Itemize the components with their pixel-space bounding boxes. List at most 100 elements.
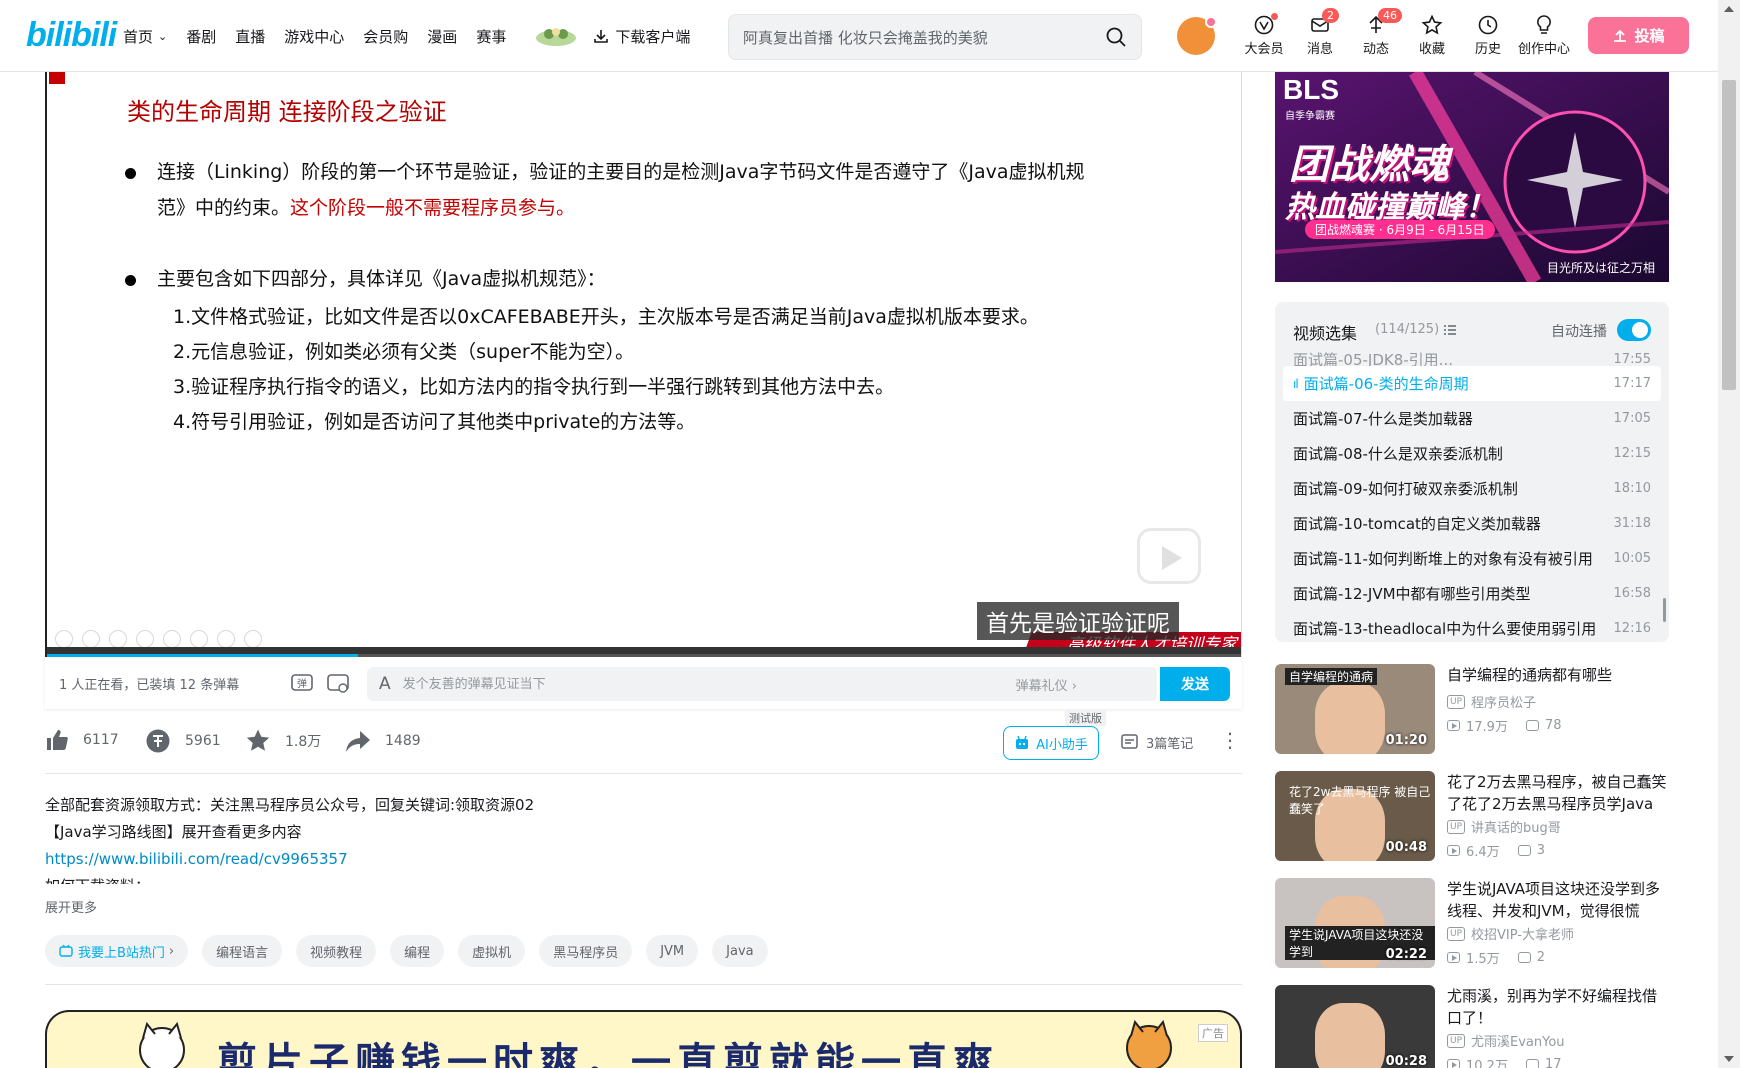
play-count-icon bbox=[1447, 1059, 1460, 1068]
share-button[interactable]: 1489 bbox=[345, 728, 421, 754]
playlist-item[interactable]: 面试篇-12-JVM中都有哪些引用类型 16:58 bbox=[1283, 576, 1661, 611]
mascot-icon[interactable] bbox=[533, 24, 579, 48]
uploader[interactable]: UP 尤雨溪EvanYou bbox=[1447, 1031, 1565, 1050]
download-client-link[interactable]: 下载客户端 bbox=[593, 26, 690, 47]
more-options-icon[interactable]: ⋮ bbox=[1220, 730, 1240, 750]
playlist-item[interactable]: 面试篇-08-什么是双亲委派机制 12:15 bbox=[1283, 436, 1661, 471]
header-favorites[interactable]: 收藏 bbox=[1404, 0, 1460, 72]
playlist-item[interactable]: 面试篇-05-JDK8-引用... 17:55 bbox=[1283, 352, 1661, 366]
nav-live[interactable]: 直播 bbox=[235, 26, 265, 47]
scroll-down-arrow-icon[interactable] bbox=[1724, 1056, 1734, 1062]
tag-item[interactable]: JVM bbox=[646, 935, 699, 967]
bottom-ad-banner[interactable]: 剪片子赚钱一时爽，一直剪就能一直爽 广告 bbox=[45, 1010, 1242, 1068]
danmaku-toggle-icon[interactable]: 弹 bbox=[289, 670, 315, 696]
danmaku-etiquette-link[interactable]: 弹幕礼仪 › bbox=[1016, 675, 1077, 694]
bilibili-tv-play-icon[interactable] bbox=[1137, 528, 1201, 584]
tag-item[interactable]: Java bbox=[712, 935, 768, 967]
notes-icon bbox=[1121, 734, 1138, 749]
nav-manga[interactable]: 漫画 bbox=[427, 26, 457, 47]
playlist-item-active[interactable]: ıl 面试篇-06-类的生命周期 17:17 bbox=[1283, 366, 1661, 401]
favorite-button[interactable]: 1.8万 bbox=[245, 728, 321, 754]
video-title[interactable]: 学生说JAVA项目这块还没学到多线程、并发和JVM，觉得很慌 bbox=[1447, 878, 1669, 922]
tag-item[interactable]: 黑马程序员 bbox=[539, 935, 633, 967]
nav-anime[interactable]: 番剧 bbox=[186, 26, 216, 47]
control-icon[interactable] bbox=[136, 630, 154, 648]
uploader[interactable]: UP 讲真话的bug哥 bbox=[1447, 817, 1561, 836]
desc-link[interactable]: https://www.bilibili.com/read/cv9965357 bbox=[45, 850, 348, 868]
video-thumbnail[interactable]: 自学编程的通病 01:20 bbox=[1275, 664, 1435, 754]
user-avatar[interactable] bbox=[1177, 16, 1217, 55]
player-control-icons bbox=[55, 630, 271, 648]
video-player[interactable]: 类的生命周期 连接阶段之验证 连接（Linking）阶段的第一个环节是验证，验证… bbox=[45, 72, 1242, 657]
danmaku-settings-icon[interactable] bbox=[325, 670, 351, 696]
danmaku-input[interactable] bbox=[402, 676, 1003, 692]
recommended-video[interactable]: 00:28 尤雨溪，别再为学不好编程找借口了！ UP 尤雨溪EvanYou 10.… bbox=[1275, 985, 1669, 1068]
history-label: 历史 bbox=[1474, 42, 1501, 57]
ad-brand-sub: 自季争霸赛 bbox=[1285, 111, 1335, 122]
scroll-up-arrow-icon[interactable] bbox=[1724, 6, 1734, 12]
bullet-1-text-a: 连接（Linking）阶段的第一个环节是验证，验证的主要目的是检测Java字节码… bbox=[157, 161, 1085, 183]
nav-home[interactable]: 首页 ⌄ bbox=[123, 26, 167, 47]
control-icon[interactable] bbox=[244, 630, 262, 648]
video-thumbnail[interactable]: 学生说JAVA项目这块还没学到 02:22 bbox=[1275, 878, 1435, 968]
playlist-scrollbar[interactable] bbox=[1663, 598, 1666, 622]
playlist-item[interactable]: 面试篇-11-如何判断堆上的对象有没有被引用 10:05 bbox=[1283, 541, 1661, 576]
play-count-icon bbox=[1447, 952, 1460, 963]
control-icon[interactable] bbox=[217, 630, 235, 648]
control-icon[interactable] bbox=[82, 630, 100, 648]
playlist-item[interactable]: 面试篇-13-theadlocal中为什么要使用弱引用 12:16 bbox=[1283, 611, 1661, 642]
video-thumbnail[interactable]: 00:28 bbox=[1275, 985, 1435, 1068]
danmaku-info: 1 人正在看，已装填 12 条弹幕 bbox=[59, 677, 240, 693]
send-danmaku-button[interactable]: 发送 bbox=[1160, 667, 1230, 701]
playlist-item[interactable]: 面试篇-07-什么是类加载器 17:05 bbox=[1283, 401, 1661, 436]
ai-assistant-button[interactable]: AI小助手 bbox=[1003, 726, 1099, 760]
nav-game-center[interactable]: 游戏中心 bbox=[284, 26, 344, 47]
progress-bar[interactable] bbox=[47, 647, 1241, 657]
search-input[interactable] bbox=[743, 27, 1083, 49]
cat-icon bbox=[139, 1021, 185, 1068]
search-icon[interactable] bbox=[1105, 26, 1127, 48]
bilibili-logo[interactable]: bilibili bbox=[26, 16, 117, 55]
header-messages[interactable]: 2 消息 bbox=[1292, 0, 1348, 72]
autoplay-toggle[interactable] bbox=[1617, 319, 1651, 341]
uploader[interactable]: UP 程序员松子 bbox=[1447, 692, 1536, 711]
tag-item[interactable]: 视频教程 bbox=[296, 935, 377, 967]
header-creator[interactable]: 创作中心 bbox=[1516, 0, 1572, 72]
recommended-video[interactable]: 自学编程的通病 01:20 自学编程的通病都有哪些 UP 程序员松子 17.9万 78 bbox=[1275, 664, 1669, 771]
tag-item[interactable]: 编程 bbox=[390, 935, 445, 967]
video-title[interactable]: 花了2万去黑马程序，被自己蠢笑了花了2万去黑马程序员学Java bbox=[1447, 771, 1669, 815]
nav-mall[interactable]: 会员购 bbox=[363, 26, 408, 47]
coin-button[interactable]: 5961 bbox=[145, 728, 221, 754]
text-style-icon[interactable]: A bbox=[379, 674, 391, 694]
page-scrollbar[interactable] bbox=[1718, 0, 1740, 1068]
star-icon bbox=[246, 729, 270, 751]
control-icon[interactable] bbox=[190, 630, 208, 648]
control-icon[interactable] bbox=[109, 630, 127, 648]
upload-button[interactable]: 投稿 bbox=[1588, 17, 1689, 54]
control-icon[interactable] bbox=[55, 630, 73, 648]
tag-item[interactable]: 虚拟机 bbox=[458, 935, 526, 967]
video-thumbnail[interactable]: 花了2w去黑马程序 被自己蠢笑了 00:48 bbox=[1275, 771, 1435, 861]
scrollbar-thumb[interactable] bbox=[1722, 80, 1736, 390]
episode-duration: 12:15 bbox=[1613, 446, 1651, 461]
playlist-item[interactable]: 面试篇-10-tomcat的自定义类加载器 31:18 bbox=[1283, 506, 1661, 541]
like-button[interactable]: 6117 bbox=[45, 728, 119, 752]
recommended-video[interactable]: 花了2w去黑马程序 被自己蠢笑了 00:48 花了2万去黑马程序，被自己蠢笑了花了… bbox=[1275, 771, 1669, 878]
control-icon[interactable] bbox=[163, 630, 181, 648]
header-dynamic[interactable]: 46 动态 bbox=[1348, 0, 1404, 72]
tag-item[interactable]: 编程语言 bbox=[202, 935, 283, 967]
header-history[interactable]: 历史 bbox=[1460, 0, 1516, 72]
list-icon[interactable] bbox=[1443, 323, 1457, 337]
tag-hot[interactable]: 我要上B站热门 › bbox=[45, 935, 189, 967]
sidebar-ad[interactable]: BLS 自季争霸赛 团战燃魂 热血碰撞巅峰！ 团战燃魂赛 · 6月9日 - 6月… bbox=[1275, 72, 1669, 282]
video-title[interactable]: 尤雨溪，别再为学不好编程找借口了！ bbox=[1447, 985, 1669, 1029]
header-vip[interactable]: 大会员 bbox=[1236, 0, 1292, 72]
expand-more-link[interactable]: 展开更多 bbox=[45, 897, 97, 916]
nav-esports[interactable]: 赛事 bbox=[476, 26, 506, 47]
up-badge-icon: UP bbox=[1447, 819, 1466, 834]
recommended-video[interactable]: 学生说JAVA项目这块还没学到 02:22 学生说JAVA项目这块还没学到多线程、… bbox=[1275, 878, 1669, 985]
uploader[interactable]: UP 校招VIP-大拿老师 bbox=[1447, 924, 1574, 943]
notes-button[interactable]: 3篇笔记 bbox=[1120, 732, 1193, 752]
video-title[interactable]: 自学编程的通病都有哪些 bbox=[1447, 664, 1669, 686]
playlist-item[interactable]: 面试篇-09-如何打破双亲委派机制 18:10 bbox=[1283, 471, 1661, 506]
